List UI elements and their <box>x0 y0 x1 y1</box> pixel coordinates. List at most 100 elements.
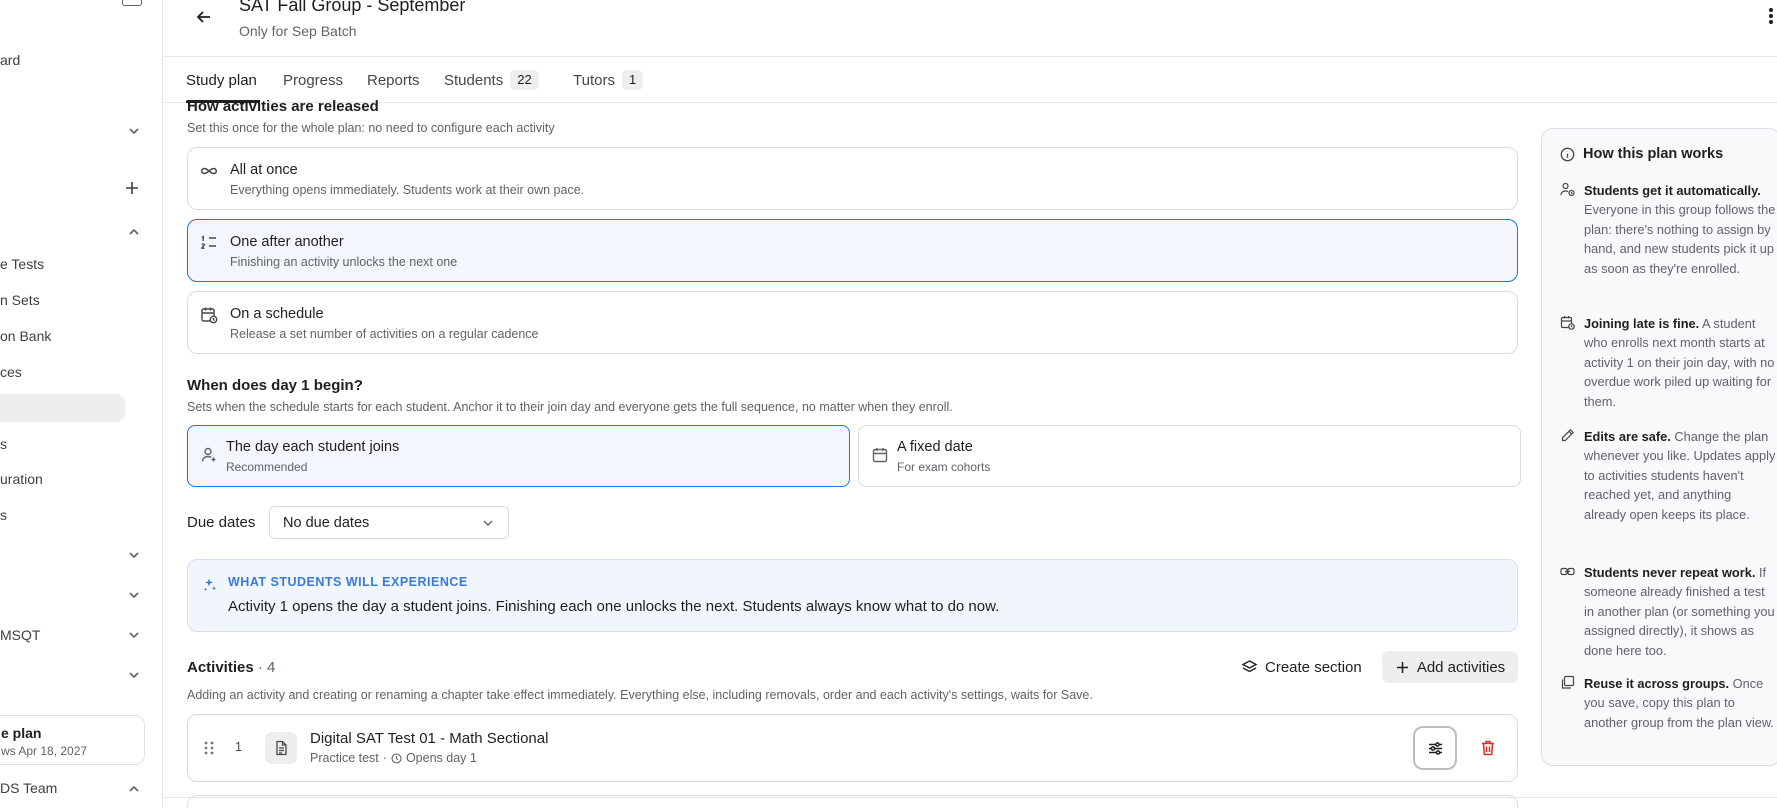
numbered-list-icon <box>200 234 218 252</box>
chevron-down-icon[interactable] <box>124 121 144 141</box>
link-icon <box>1560 564 1575 579</box>
tip-text: Reuse it across groups. Once you save, c… <box>1584 674 1776 732</box>
due-dates-select[interactable]: No due dates <box>269 506 509 539</box>
plan-card-subtitle: ws Apr 18, 2027 <box>1 744 88 758</box>
option-label: The day each student joins <box>226 439 400 455</box>
layers-icon <box>1241 659 1258 672</box>
chevron-down-icon[interactable] <box>124 665 144 685</box>
activity-settings-button[interactable] <box>1413 726 1457 770</box>
activity-row[interactable]: 1 Digital SAT Test 01 - Math Sectional P… <box>187 714 1518 782</box>
chevron-down-icon[interactable] <box>124 545 144 565</box>
clock-icon <box>391 752 402 764</box>
tab-study-plan[interactable]: Study plan <box>186 69 257 91</box>
page-header: SAT Fall Group - September Only for Sep … <box>163 0 1777 57</box>
sidebar-item-configuration[interactable]: uration <box>0 471 43 487</box>
experience-text: Activity 1 opens the day a student joins… <box>228 598 1000 615</box>
tip-body: Everyone in this group follows the plan:… <box>1584 202 1776 276</box>
activity-opens: Opens day 1 <box>405 751 477 765</box>
team-switcher-label[interactable]: DS Team <box>0 780 57 796</box>
calendar-clock-icon <box>1560 315 1575 330</box>
sidebar-item-question-sets[interactable]: n Sets <box>0 292 40 308</box>
experience-summary: WHAT STUDENTS WILL EXPERIENCE Activity 1… <box>187 559 1518 632</box>
plus-icon[interactable] <box>122 178 142 198</box>
tip-heading: Students never repeat work. <box>1584 565 1756 580</box>
tab-label: Tutors <box>573 71 615 89</box>
add-activities-button[interactable]: Add activities <box>1382 651 1518 683</box>
activities-title: Activities · 4 <box>187 659 275 676</box>
chevron-up-icon[interactable] <box>124 222 144 242</box>
tip-text: Students get it automatically. Everyone … <box>1584 181 1776 278</box>
tip-heading: Edits are safe. <box>1584 429 1671 444</box>
info-icon <box>1560 147 1575 161</box>
option-description: Finishing an activity unlocks the next o… <box>230 255 458 269</box>
activities-desc: Adding an activity and creating or renam… <box>187 688 1093 702</box>
create-section-button[interactable]: Create section <box>1241 651 1362 683</box>
release-section-desc: Set this once for the whole plan: no nee… <box>187 121 555 135</box>
option-label: A fixed date <box>897 439 973 455</box>
day1-option-fixed-date[interactable]: A fixed date For exam cohorts <box>858 425 1521 487</box>
trash-icon[interactable] <box>1479 739 1497 757</box>
day1-section-desc: Sets when the schedule starts for each s… <box>187 400 953 414</box>
release-option-one-after-another[interactable]: One after another Finishing an activity … <box>187 219 1518 282</box>
sidebar-item-practice-tests[interactable]: e Tests <box>0 256 44 272</box>
sidebar-item-s[interactable]: s <box>0 436 7 452</box>
infinity-icon <box>200 162 218 180</box>
experience-header: WHAT STUDENTS WILL EXPERIENCE <box>228 575 468 589</box>
count-badge: 1 <box>621 70 644 90</box>
tip-text: Students never repeat work. If someone a… <box>1584 563 1776 660</box>
back-arrow-icon[interactable] <box>193 6 215 28</box>
tip-heading: Joining late is fine. <box>1584 316 1700 331</box>
sidebar: ard e Tests n Sets on Bank ces s uration… <box>0 0 163 808</box>
recommended-label: Recommended <box>226 460 308 474</box>
plus-icon <box>1396 661 1408 673</box>
activity-type: Practice test <box>310 751 379 765</box>
day1-section-title: When does day 1 begin? <box>187 377 363 394</box>
tab-tutors[interactable]: Tutors 1 <box>573 69 644 91</box>
create-section-label: Create section <box>1265 658 1362 676</box>
chevron-up-icon[interactable] <box>124 779 144 799</box>
plan-card-title: e plan <box>1 725 42 741</box>
activity-number: 1 <box>235 740 242 754</box>
chevron-down-icon[interactable] <box>124 585 144 605</box>
users-auto-icon <box>1560 182 1575 197</box>
release-option-on-a-schedule[interactable]: On a schedule Release a set number of ac… <box>187 291 1518 354</box>
option-description: Release a set number of activities on a … <box>230 327 539 341</box>
tab-reports[interactable]: Reports <box>367 69 420 91</box>
sidebar-toggle-icon[interactable] <box>122 0 142 6</box>
due-dates-label: Due dates <box>187 514 256 531</box>
option-label: One after another <box>230 234 344 250</box>
sidebar-item-resources[interactable]: ces <box>0 364 22 380</box>
sidebar-item-active[interactable] <box>0 394 125 422</box>
activity-meta: Practice test · Opens day 1 <box>310 751 477 765</box>
more-vertical-icon[interactable] <box>1765 6 1777 26</box>
calendar-icon <box>871 446 889 464</box>
tip-heading: Reuse it across groups. <box>1584 676 1730 691</box>
activity-name[interactable]: Digital SAT Test 01 - Math Sectional <box>310 730 548 747</box>
sidebar-item-psat-nmsqt[interactable]: MSQT <box>0 627 40 643</box>
sliders-icon <box>1429 742 1442 755</box>
drag-handle-icon[interactable] <box>202 739 216 757</box>
copy-icon <box>1560 675 1575 690</box>
activities-heading: Activities <box>187 659 254 676</box>
tip-text: Joining late is fine. A student who enro… <box>1584 314 1776 411</box>
activities-count: · 4 <box>257 659 276 676</box>
chevron-down-icon[interactable] <box>124 625 144 645</box>
sidebar-item-s2[interactable]: s <box>0 507 7 523</box>
calendar-clock-icon <box>200 306 218 324</box>
plan-card[interactable]: e plan ws Apr 18, 2027 <box>0 715 145 765</box>
pencil-icon <box>1560 428 1575 443</box>
release-section-title: How activities are released <box>187 98 379 115</box>
tab-label: Reports <box>367 71 420 89</box>
tab-progress[interactable]: Progress <box>283 69 343 91</box>
sidebar-item-question-bank[interactable]: on Bank <box>0 328 51 344</box>
tab-bar: Study plan Progress Reports Students 22 T… <box>163 57 1777 103</box>
tab-students[interactable]: Students 22 <box>444 69 539 91</box>
page-title: SAT Fall Group - September <box>239 0 466 15</box>
day1-option-join-day[interactable]: The day each student joins Recommended <box>187 425 850 487</box>
release-option-all-at-once[interactable]: All at once Everything opens immediately… <box>187 147 1518 210</box>
sparkle-icon <box>202 577 218 593</box>
due-dates-value: No due dates <box>283 515 370 531</box>
meta-separator: · <box>382 751 387 765</box>
sidebar-item-dashboard[interactable]: ard <box>0 52 20 68</box>
option-description: For exam cohorts <box>897 460 991 474</box>
